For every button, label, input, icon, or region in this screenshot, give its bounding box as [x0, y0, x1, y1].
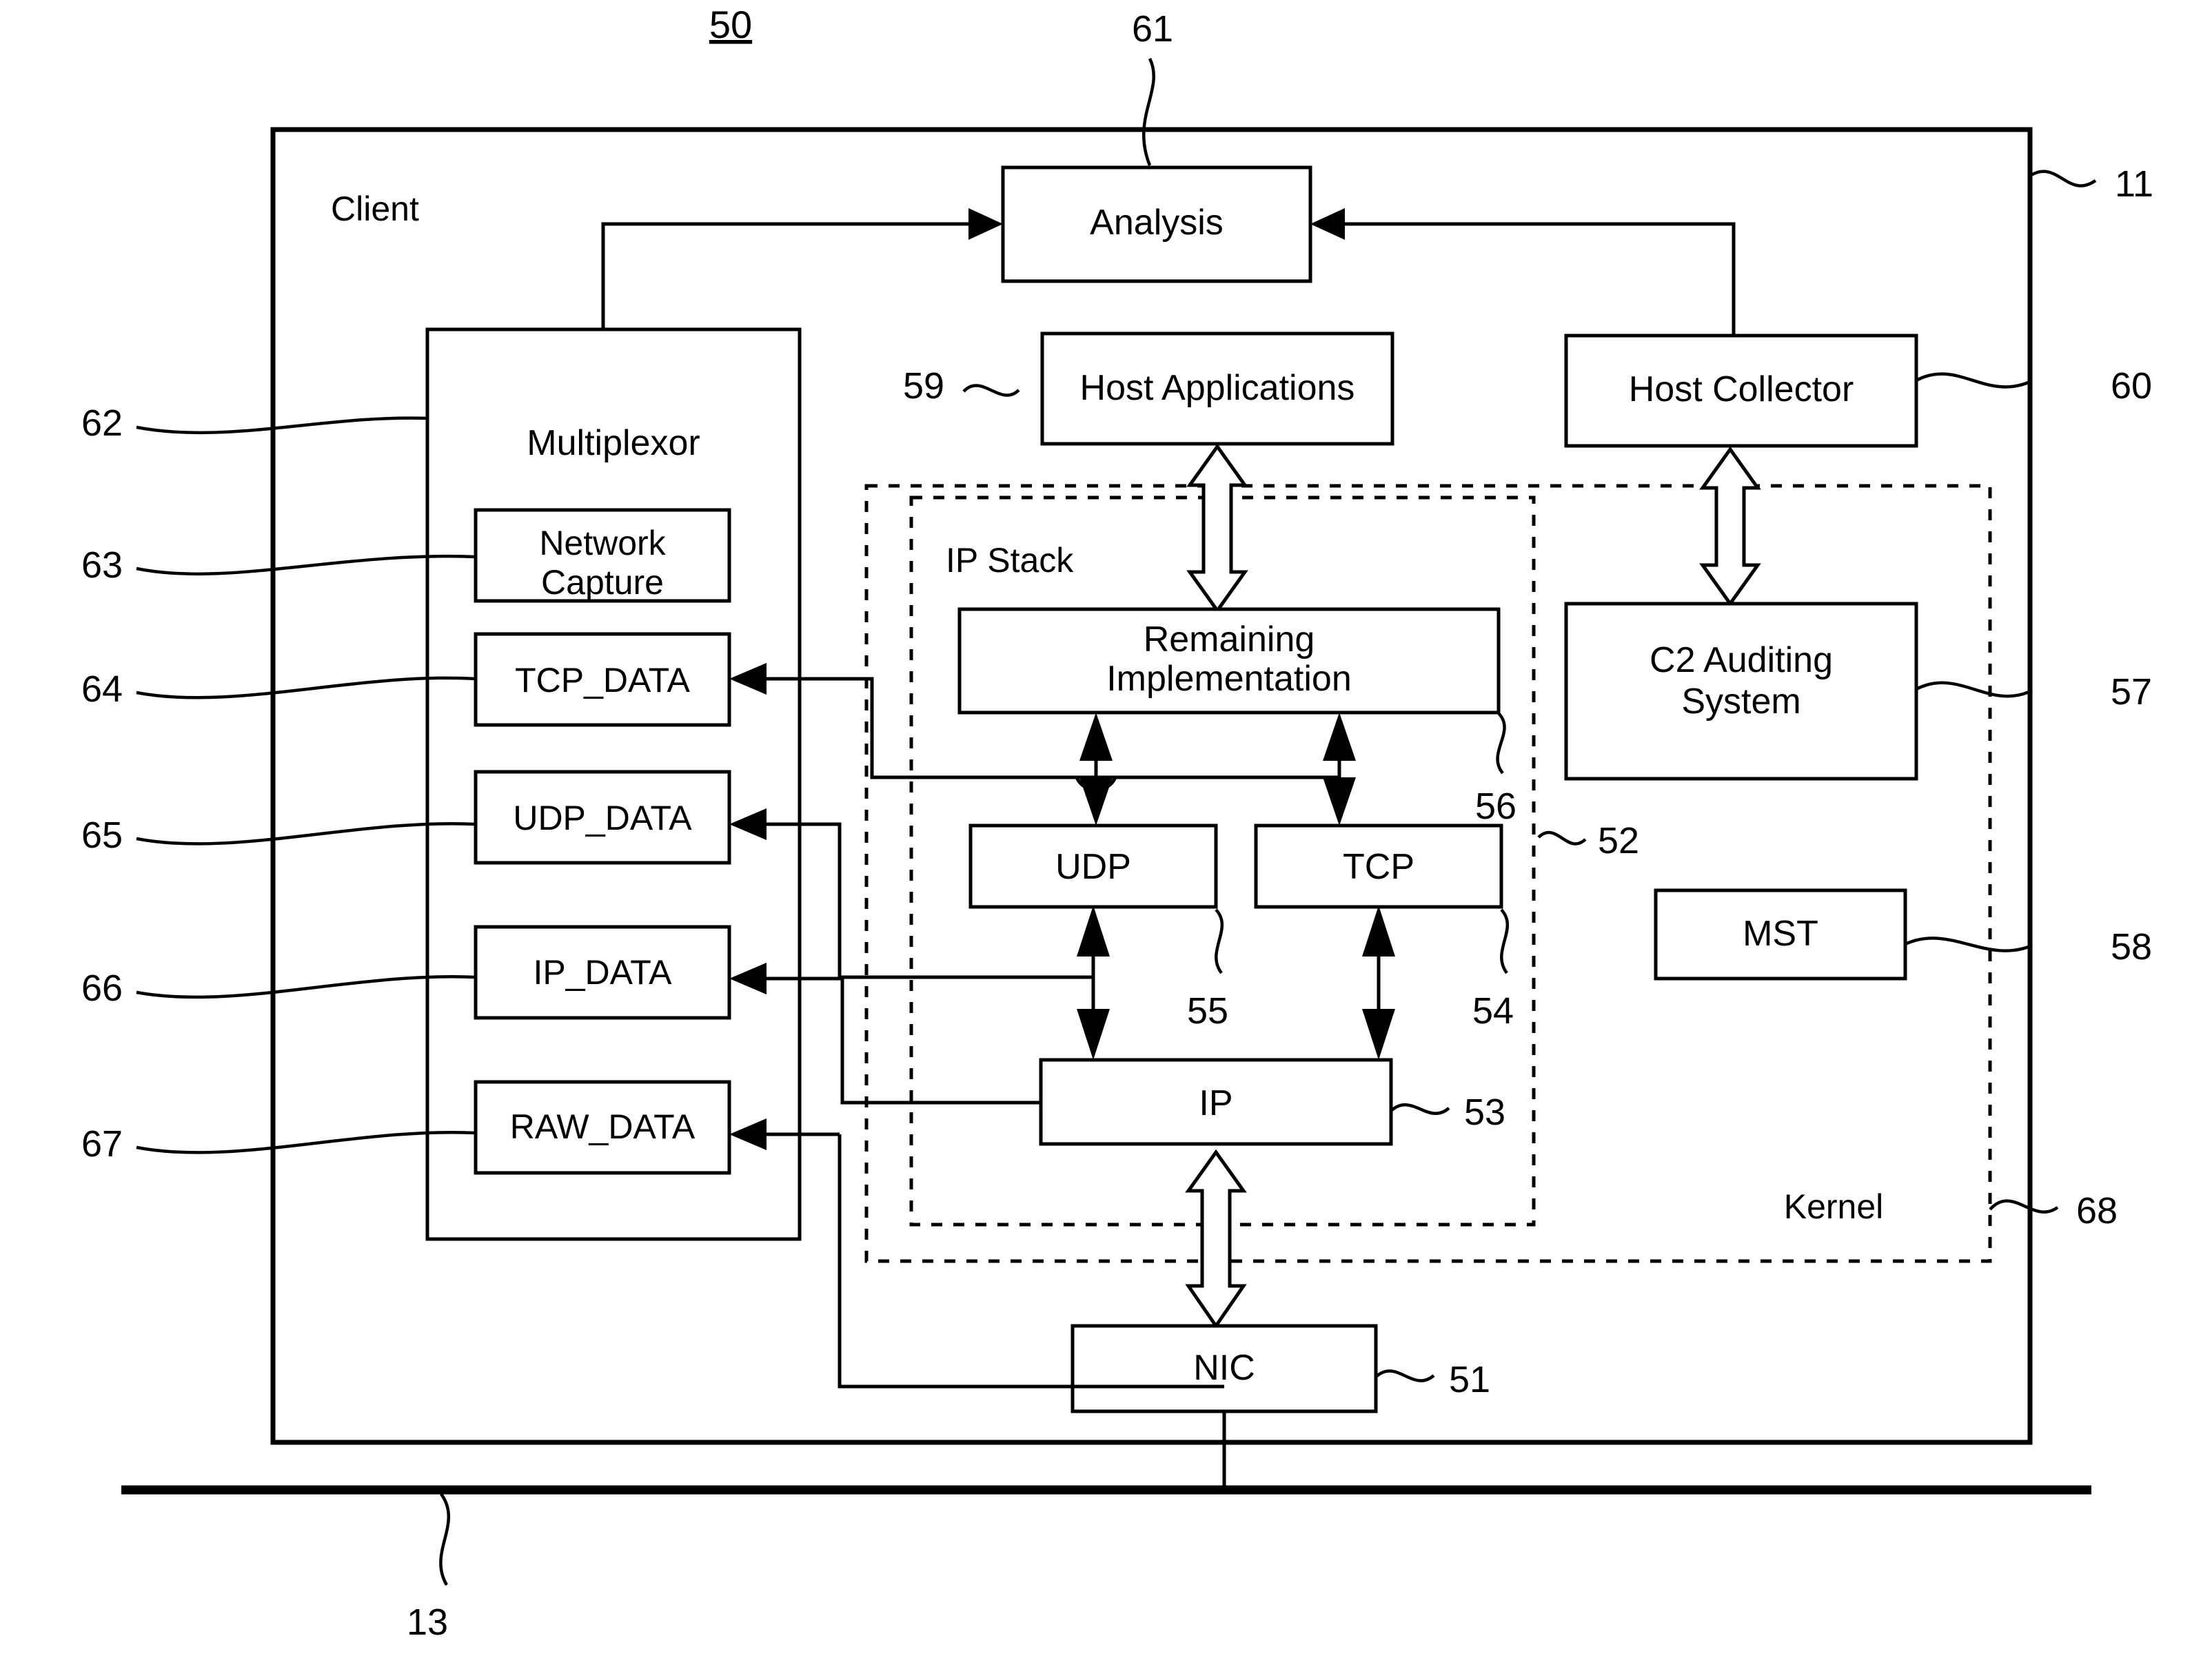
ref-label-multiplexor: 62 — [81, 402, 123, 444]
leader-line-udp — [1215, 908, 1224, 974]
hollow-arrow-apps-to-stack — [1186, 443, 1248, 614]
leader-line-nic — [1374, 1369, 1435, 1382]
network-capture-label-line1: Network — [539, 524, 666, 562]
mst-label: MST — [1743, 914, 1818, 954]
analysis-label: Analysis — [1090, 203, 1224, 243]
udp-data-label: UDP_DATA — [513, 799, 692, 837]
ip-stack-label: IP Stack — [946, 541, 1074, 580]
leader-line-network-bus — [439, 1493, 450, 1586]
ref-label-udp-data: 65 — [81, 815, 123, 856]
arrowhead-tcp-ip-up — [1362, 906, 1395, 957]
leader-line-ip-stack — [1537, 830, 1587, 846]
remaining-implementation-label-line1: Remaining — [1144, 620, 1315, 659]
leader-line-multiplexor — [136, 416, 428, 435]
ref-label-nic: 51 — [1449, 1359, 1490, 1400]
ref-label-network-capture: 63 — [81, 544, 123, 586]
ref-label-c2-auditing: 57 — [2111, 671, 2152, 713]
figure-canvas: 50 61 Client 11 Kernel 68 IP Stack 52 An… — [81, 3, 2153, 1643]
host-applications-label: Host Applications — [1080, 368, 1355, 408]
client-label: Client — [331, 190, 419, 228]
leader-line-mst — [1905, 937, 2033, 952]
patent-figure: 50 61 Client 11 Kernel 68 IP Stack 52 An… — [0, 0, 2212, 1667]
ref-label-client: 11 — [2115, 163, 2153, 205]
nic-label: NIC — [1193, 1348, 1255, 1388]
ref-label-tcp-data: 64 — [81, 668, 123, 710]
c2-auditing-label-line1: C2 Auditing — [1650, 640, 1833, 680]
ref-label-host-applications: 59 — [903, 365, 944, 407]
arrowhead-remimpl-tcp-up — [1323, 713, 1356, 761]
leader-line-host-collector — [1915, 372, 2031, 389]
tcp-data-label: TCP_DATA — [515, 661, 690, 699]
leader-line-tcp-data — [136, 676, 476, 699]
arrowhead-remimpl-udp-up — [1079, 713, 1113, 761]
ref-label-tcp: 54 — [1472, 990, 1514, 1032]
leader-line-c2-auditing — [1915, 681, 2033, 698]
ref-label-raw-data: 67 — [81, 1123, 123, 1165]
ref-label-analysis: 61 — [1132, 8, 1173, 50]
leader-line-remaining-implementation — [1496, 712, 1506, 775]
ref-label-udp: 55 — [1187, 990, 1228, 1032]
hollow-arrow-ip-to-nic — [1185, 1149, 1247, 1329]
leader-line-network-capture — [136, 554, 476, 576]
udp-label: UDP — [1055, 847, 1131, 887]
leader-line-client — [2029, 170, 2097, 187]
arrowhead-remimpl-tcp-down — [1323, 777, 1356, 826]
host-collector-label: Host Collector — [1629, 369, 1854, 409]
hollow-arrow-collector-to-c2 — [1699, 446, 1761, 607]
ref-label-ip-stack: 52 — [1598, 820, 1639, 861]
raw-data-label: RAW_DATA — [510, 1107, 696, 1146]
ref-label-mst: 58 — [2111, 926, 2152, 968]
ip-label: IP — [1199, 1083, 1232, 1123]
leader-line-ip — [1390, 1103, 1450, 1115]
ref-label-network-bus: 13 — [407, 1602, 448, 1643]
network-capture-label-line2: Capture — [541, 563, 664, 602]
ref-label-kernel: 68 — [2076, 1190, 2118, 1231]
leader-line-host-applications — [962, 384, 1020, 397]
leader-line-tcp — [1500, 908, 1510, 974]
wire-host-collector-to-analysis — [1329, 222, 1736, 336]
arrowhead-udp-ip-down — [1077, 1009, 1110, 1060]
kernel-label: Kernel — [1784, 1187, 1884, 1226]
multiplexor-label: Multiplexor — [527, 423, 700, 463]
wire-tap-ip-data — [765, 976, 1041, 1105]
leader-line-raw-data — [136, 1131, 476, 1154]
arrowhead-udp-ip-up — [1077, 906, 1110, 957]
leader-line-udp-data — [136, 822, 476, 846]
c2-auditing-label-line2: System — [1681, 682, 1800, 722]
figure-number: 50 — [709, 3, 752, 46]
leader-line-analysis — [1142, 58, 1155, 166]
remaining-implementation-label-line2: Implementation — [1106, 659, 1352, 699]
ip-data-label: IP_DATA — [534, 953, 673, 992]
ref-label-ip: 53 — [1464, 1092, 1505, 1133]
ref-label-remaining-implementation: 56 — [1475, 786, 1516, 827]
arrowhead-tcp-ip-down — [1362, 1009, 1395, 1060]
ref-label-ip-data: 66 — [81, 968, 123, 1009]
arrowhead-multiplexor-to-analysis — [968, 208, 1003, 240]
leader-line-ip-data — [136, 975, 476, 999]
leader-line-kernel — [1989, 1199, 2059, 1214]
ref-label-host-collector: 60 — [2111, 365, 2152, 407]
tcp-label: TCP — [1343, 847, 1414, 887]
arrowhead-host-collector-to-analysis — [1310, 208, 1345, 240]
wire-multiplexor-to-analysis — [601, 222, 986, 343]
